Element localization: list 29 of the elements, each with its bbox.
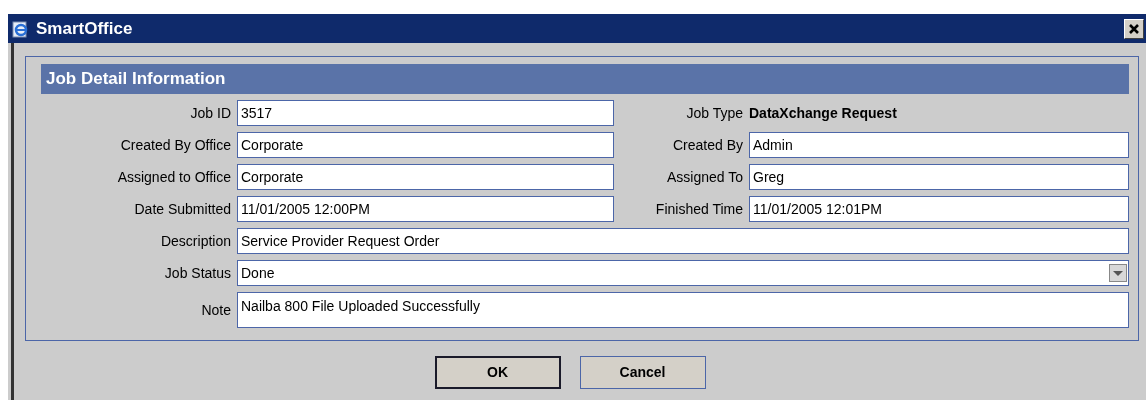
field-label: Job Type xyxy=(685,103,743,123)
input-field[interactable]: Admin xyxy=(749,132,1129,158)
field-label: Date Submitted xyxy=(133,199,231,219)
input-field[interactable]: Greg xyxy=(749,164,1129,190)
field-label: Job ID xyxy=(189,103,231,123)
field-label: Description xyxy=(159,231,231,251)
browser-icon xyxy=(12,19,30,38)
window-title: SmartOffice xyxy=(36,17,133,40)
field-label: Created By Office xyxy=(119,135,231,155)
field-label: Assigned To xyxy=(666,167,743,187)
input-field[interactable]: 11/01/2005 12:01PM xyxy=(749,196,1129,222)
dialog-button[interactable]: Cancel xyxy=(579,356,706,389)
panel-header: Job Detail Information xyxy=(41,64,1129,94)
input-field[interactable]: 3517 xyxy=(237,100,614,126)
field-label: Assigned to Office xyxy=(116,167,231,187)
job-type-value: DataXchange Request xyxy=(749,103,897,123)
close-button[interactable] xyxy=(1124,18,1144,39)
close-icon xyxy=(1128,22,1140,35)
input-field[interactable]: 11/01/2005 12:00PM xyxy=(237,196,614,222)
dialog-button[interactable]: OK xyxy=(434,356,561,389)
input-field[interactable]: Corporate xyxy=(237,132,614,158)
field-label: Created By xyxy=(671,135,743,155)
status-dropdown[interactable]: Done xyxy=(237,260,1129,286)
field-label: Finished Time xyxy=(654,199,743,219)
field-label: Job Status xyxy=(163,263,231,283)
input-field[interactable]: Service Provider Request Order xyxy=(237,228,1129,254)
field-label: Note xyxy=(200,300,231,320)
note-field[interactable]: Nailba 800 File Uploaded Successfully xyxy=(237,292,1129,328)
input-field[interactable]: Corporate xyxy=(237,164,614,190)
